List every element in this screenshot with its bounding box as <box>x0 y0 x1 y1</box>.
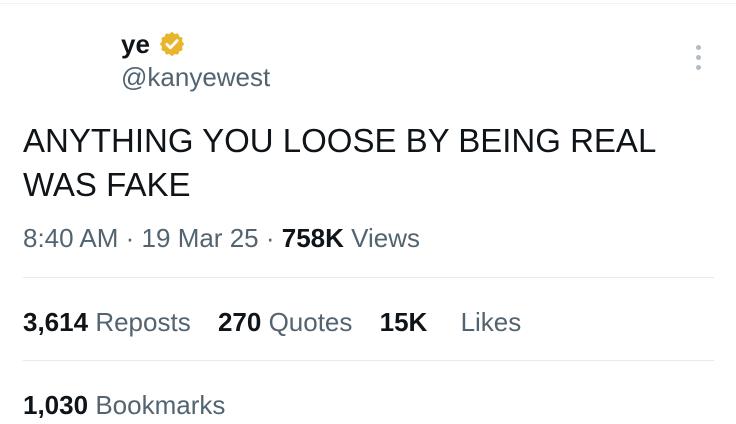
author-display-name[interactable]: ye <box>121 28 150 60</box>
quotes-count: 270 <box>217 307 262 337</box>
tweet-text: ANYTHING YOU LOOSE BY BEING REAL WAS FAK… <box>23 122 657 203</box>
views-count[interactable]: 758K <box>282 223 344 253</box>
divider <box>23 360 714 361</box>
meta-separator: · <box>265 223 275 253</box>
likes-label: Likes <box>460 307 522 337</box>
bookmarks-stat[interactable]: 1,030 Bookmarks <box>23 389 225 421</box>
likes-count: 15K <box>379 307 428 337</box>
reposts-stat[interactable]: 3,614 Reposts <box>23 306 191 338</box>
views-label[interactable]: Views <box>351 223 420 253</box>
verified-badge-icon <box>159 31 185 57</box>
likes-stat[interactable]: 15K Likes <box>380 306 522 338</box>
quotes-label: Quotes <box>268 307 353 337</box>
tweet-date[interactable]: 19 Mar 25 <box>142 223 259 253</box>
meta-separator: · <box>125 223 135 253</box>
reposts-label: Reposts <box>95 307 191 337</box>
more-options-button[interactable] <box>686 40 710 76</box>
author-handle[interactable]: @kanyewest <box>121 61 270 93</box>
reposts-count: 3,614 <box>23 307 89 337</box>
engagement-stats: 3,614 Reposts 270 Quotes 15K Likes <box>23 306 541 338</box>
divider <box>23 277 714 278</box>
bookmarks-count: 1,030 <box>23 390 89 420</box>
tweet-time[interactable]: 8:40 AM <box>23 223 118 253</box>
more-vertical-icon-dot <box>696 45 701 50</box>
more-vertical-icon-dot <box>696 55 701 60</box>
more-vertical-icon-dot <box>696 65 701 70</box>
quotes-stat[interactable]: 270 Quotes <box>218 306 352 338</box>
top-divider <box>0 3 736 4</box>
bookmarks-label: Bookmarks <box>95 390 226 420</box>
tweet-meta: 8:40 AM · 19 Mar 25 · 758K Views <box>23 222 420 254</box>
